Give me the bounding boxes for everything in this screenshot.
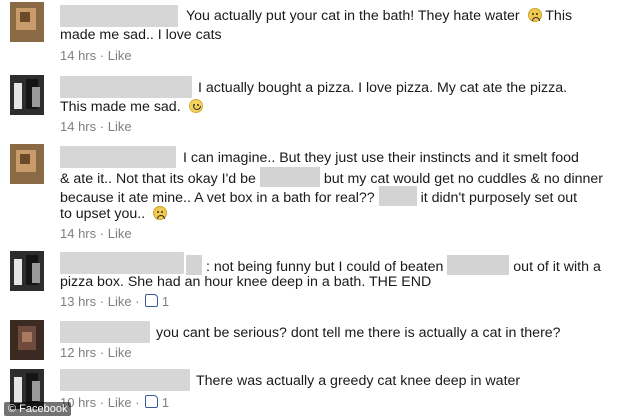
avatar[interactable] xyxy=(10,75,44,115)
avatar[interactable] xyxy=(10,320,44,360)
like-count[interactable]: 1 xyxy=(162,294,169,309)
redacted-name xyxy=(378,186,417,206)
comment-meta: 10 hrs · Like · 1 xyxy=(60,395,170,410)
redacted-name xyxy=(60,5,178,27)
sad-emoticon-icon xyxy=(527,8,542,22)
comment-meta: 14 hrs · Like xyxy=(60,48,132,63)
timestamp[interactable]: 14 hrs xyxy=(60,119,96,134)
timestamp[interactable]: 14 hrs xyxy=(60,226,96,241)
like-link[interactable]: Like xyxy=(108,226,132,241)
like-count[interactable]: 1 xyxy=(162,395,169,410)
comment-text: I actually bought a pizza. I love pizza.… xyxy=(198,80,568,96)
redacted-name xyxy=(259,167,320,187)
timestamp[interactable]: 14 hrs xyxy=(60,48,96,63)
redacted-name xyxy=(60,252,184,274)
redacted-name xyxy=(186,255,202,275)
comment-meta: 12 hrs · Like xyxy=(60,345,132,360)
comment-text: pizza box. She had an hour knee deep in … xyxy=(60,274,432,290)
comment-meta: 13 hrs · Like · 1 xyxy=(60,294,170,309)
comment-text: I can imagine.. But they just use their … xyxy=(183,150,579,166)
redacted-name xyxy=(60,369,190,391)
sad-emoticon-icon xyxy=(153,206,168,220)
comment-text: to upset you.. xyxy=(60,205,168,223)
thumbs-up-icon xyxy=(145,395,159,408)
redacted-name xyxy=(60,146,176,168)
like-link[interactable]: Like xyxy=(108,48,132,63)
comment-meta: 14 hrs · Like xyxy=(60,226,132,241)
like-link[interactable]: Like xyxy=(108,119,132,134)
comment-meta: 14 hrs · Like xyxy=(60,119,132,134)
redacted-name xyxy=(60,321,150,343)
comment-text: & ate it.. Not that its okay I'd be but … xyxy=(60,167,603,188)
watermark: © Facebook xyxy=(4,402,72,416)
comment-text: There was actually a greedy cat knee dee… xyxy=(196,373,521,389)
comment-text: You actually put your cat in the bath! T… xyxy=(186,8,573,24)
timestamp[interactable]: 13 hrs xyxy=(60,294,96,309)
avatar[interactable] xyxy=(10,2,44,42)
timestamp[interactable]: 12 hrs xyxy=(60,345,96,360)
like-link[interactable]: Like xyxy=(108,345,132,360)
avatar[interactable] xyxy=(10,144,44,184)
comment-text: because it ate mine.. A vet box in a bat… xyxy=(60,186,577,207)
redacted-name xyxy=(447,255,510,275)
thumbs-up-icon xyxy=(145,294,159,307)
smile-emoticon-icon xyxy=(188,99,203,113)
comment-text: This made me sad. xyxy=(60,98,203,116)
redacted-name xyxy=(60,76,192,98)
like-link[interactable]: Like xyxy=(108,395,132,410)
avatar[interactable] xyxy=(10,251,44,291)
comment-text: made me sad.. I love cats xyxy=(60,27,222,43)
comment-text: you cant be serious? dont tell me there … xyxy=(156,325,561,341)
like-link[interactable]: Like xyxy=(108,294,132,309)
